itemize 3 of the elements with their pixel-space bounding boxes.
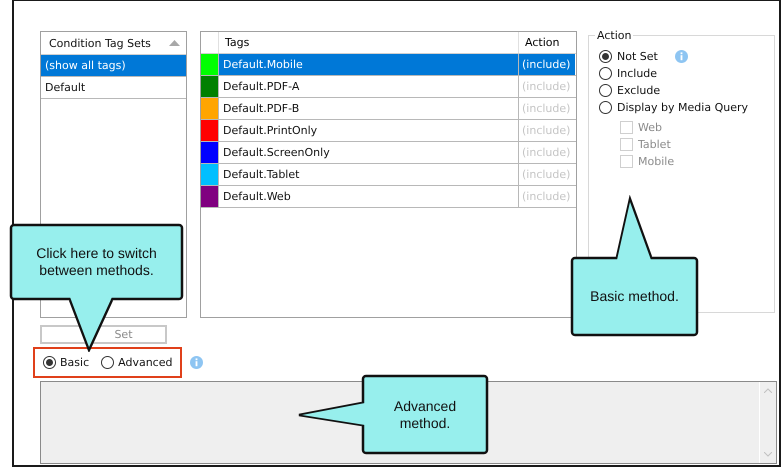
tag-action-cell: (include) xyxy=(518,54,575,75)
callout-tooltip: Basic method. xyxy=(569,195,700,338)
group-title: Action xyxy=(596,29,632,42)
